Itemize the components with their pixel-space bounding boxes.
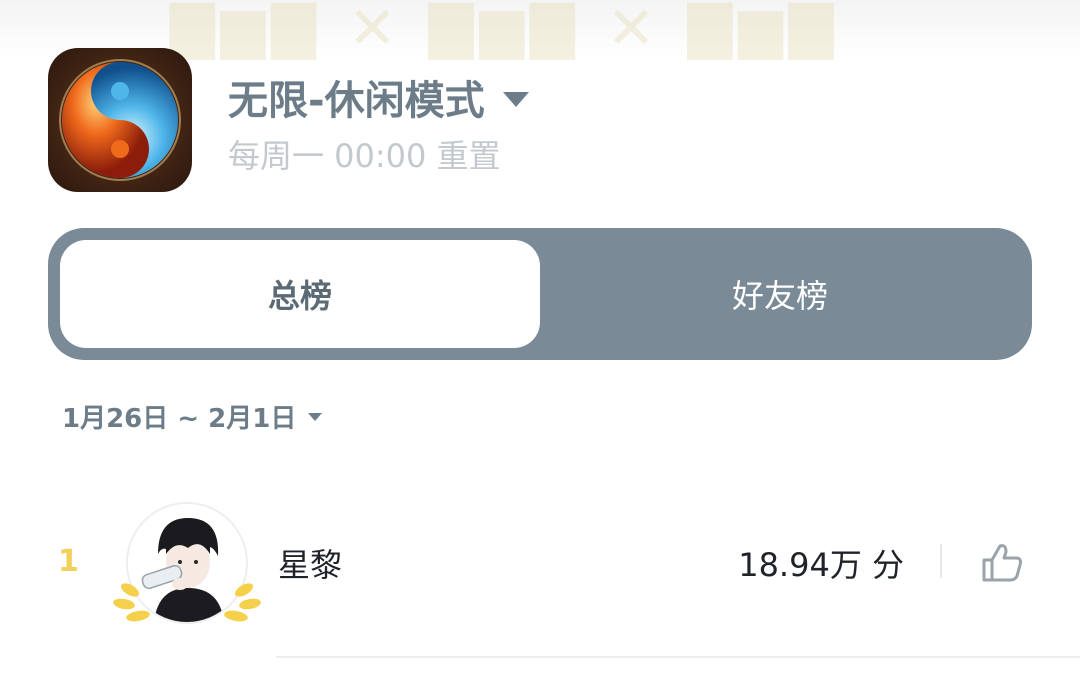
mode-selector[interactable]: 无限-休闲模式 [228, 68, 529, 126]
tab-friends[interactable]: 好友榜 [540, 240, 1020, 348]
avatar-container[interactable] [112, 500, 262, 630]
chevron-down-icon [308, 412, 323, 421]
banner-background-art: ▇▆▇ ✕ ▇▆▇ ✕ ▇▆▇ [170, 0, 840, 60]
leaderboard-row[interactable]: 1 星黎 18.94万 分 [0, 500, 1080, 658]
taiji-fire-ice-icon [59, 59, 181, 181]
chevron-down-icon [502, 91, 529, 107]
thumbs-up-icon [982, 544, 1022, 582]
like-button[interactable] [978, 538, 1026, 586]
row-divider [276, 656, 1080, 658]
date-range-label: 1月26日 ~ 2月1日 [62, 404, 297, 434]
player-score: 18.94万 分 [738, 546, 904, 584]
game-icon [48, 48, 192, 192]
reset-schedule-text: 每周一 00:00 重置 [228, 137, 501, 175]
divider [940, 544, 942, 578]
rank-number: 1 [58, 544, 79, 579]
leaderboard-tabs: 总榜 好友榜 [48, 228, 1032, 360]
laurel-badge-icon [113, 583, 261, 622]
tab-overall[interactable]: 总榜 [60, 240, 540, 348]
player-name: 星黎 [278, 546, 343, 584]
date-range-selector[interactable]: 1月26日 ~ 2月1日 [62, 398, 323, 435]
mode-title: 无限-休闲模式 [228, 78, 485, 124]
